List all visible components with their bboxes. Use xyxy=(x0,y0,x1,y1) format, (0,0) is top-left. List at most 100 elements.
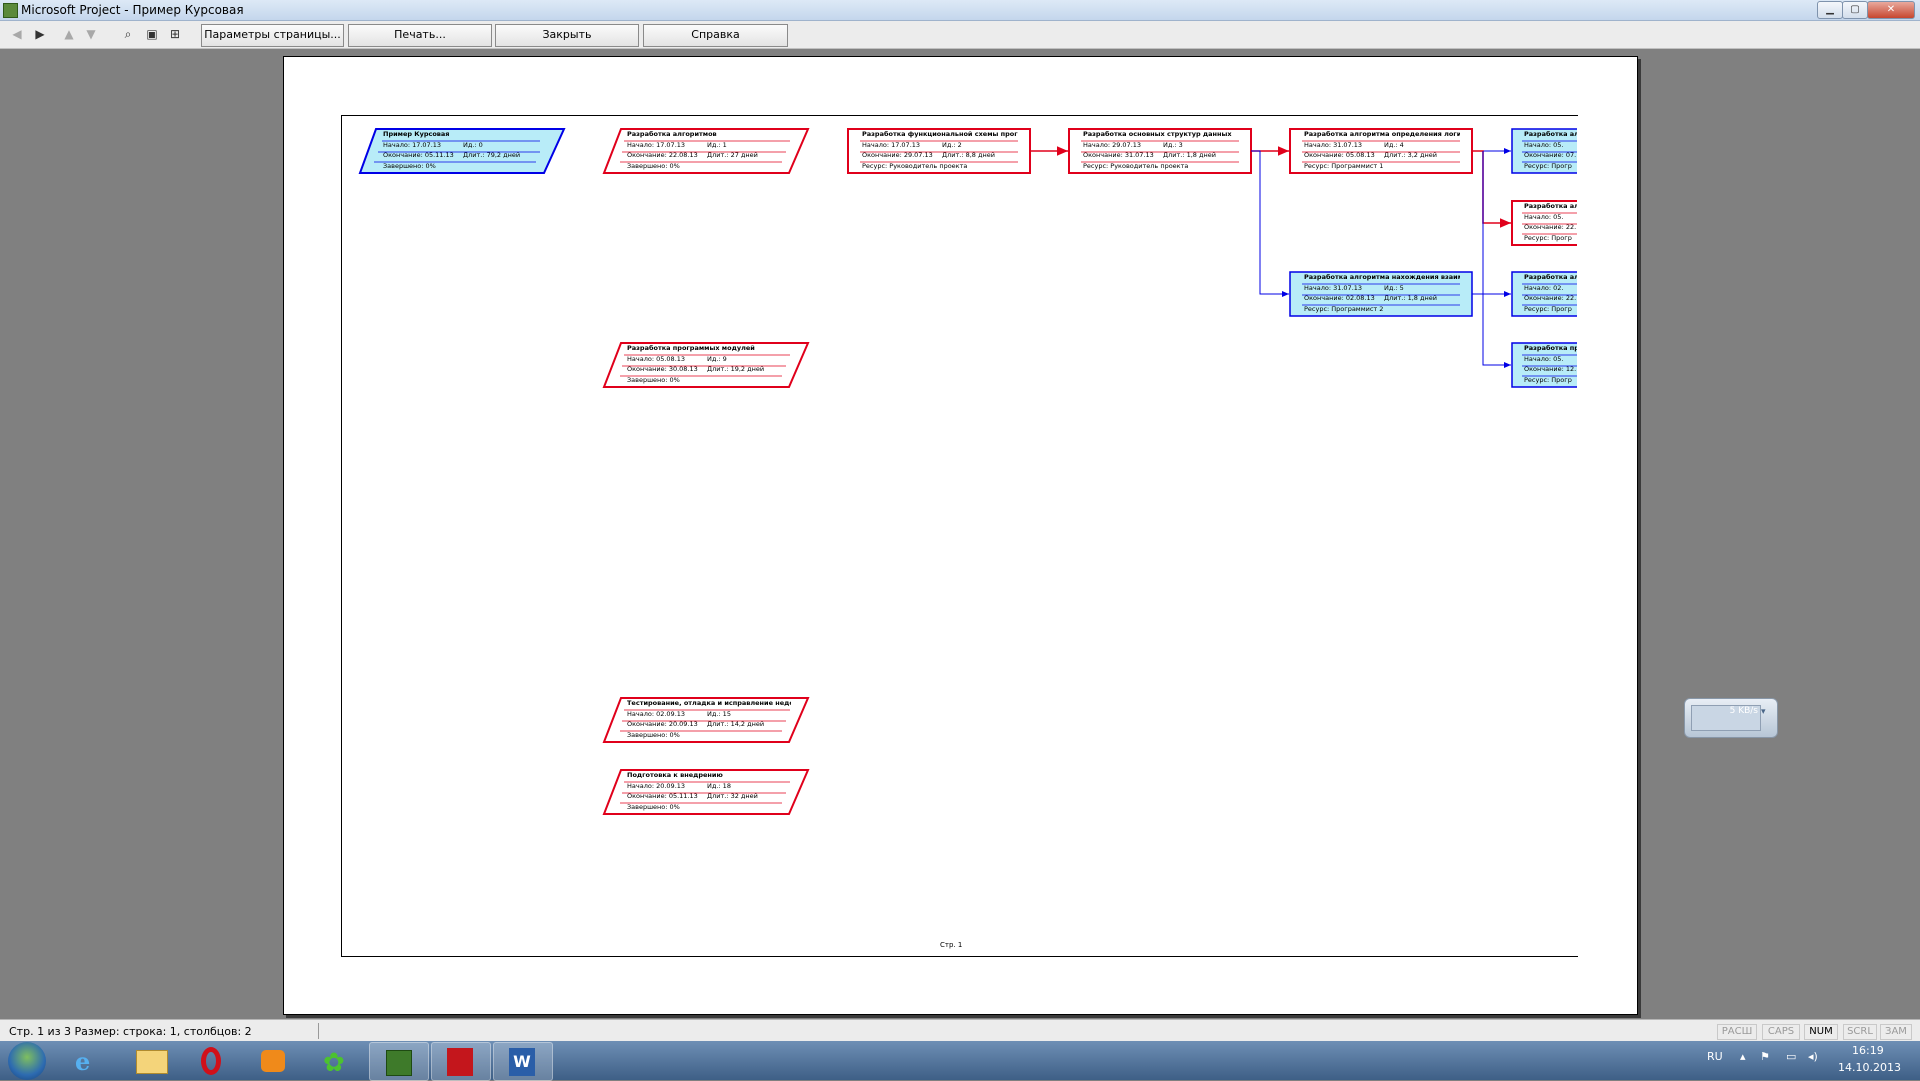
node-start: Начало: 02.09.13 xyxy=(627,709,686,718)
node-finish: Окончание: 22.08.13 xyxy=(627,151,698,159)
volume-icon[interactable]: ◂) xyxy=(1808,1050,1818,1063)
node-start: Начало: 05. xyxy=(1524,354,1564,363)
node-finish: Окончание: 05.11.13 xyxy=(383,151,454,159)
media-player-icon[interactable] xyxy=(246,1042,304,1079)
node-id_label: Ид.: 15 xyxy=(707,709,731,718)
node-finish: Окончание: 02.08.13 xyxy=(1304,294,1375,302)
node-finish: Окончание: 05.11.13 xyxy=(627,792,698,800)
node-title: Разработка алгоритмов xyxy=(627,130,717,138)
status-bar: Стр. 1 из 3 Размер: строка: 1, столбцов:… xyxy=(0,1019,1920,1042)
indicator-расш: РАСШ xyxy=(1717,1024,1757,1040)
node-dur: Длит.: 3,2 дней xyxy=(1384,151,1437,159)
node-title: Разработка прог xyxy=(1524,344,1577,352)
node-extra: Завершено: 0% xyxy=(383,161,436,170)
node-n18[interactable]: Подготовка к внедрению Начало: 20.09.13 Ид… xyxy=(627,770,791,812)
node-start: Начало: 17.07.13 xyxy=(627,140,686,149)
node-n9[interactable]: Разработка программых модулей Начало: 05.… xyxy=(627,343,791,385)
link-3-5 xyxy=(1251,150,1289,297)
node-dur: Длит.: 32 дней xyxy=(707,792,758,800)
explorer-icon[interactable] xyxy=(122,1042,180,1079)
node-title: Разработка алгоритма определения логичес xyxy=(1304,130,1460,138)
widget-arrow-icon[interactable]: ▾ xyxy=(1761,707,1766,717)
node-start: Начало: 31.07.13 xyxy=(1304,140,1363,149)
node-n0[interactable]: Пример Курсовая Начало: 17.07.13 Ид.: 0 Око… xyxy=(383,129,543,171)
node-finish: Окончание: 12. xyxy=(1524,365,1577,373)
status-text: Стр. 1 из 3 Размер: строка: 1, столбцов:… xyxy=(9,1025,252,1038)
node-title: Тестирование, отладка и исправление недо… xyxy=(627,699,791,707)
node-id_label: Ид.: 1 xyxy=(707,140,727,149)
node-start: Начало: 20.09.13 xyxy=(627,781,686,790)
node-dur: Длит.: 8,8 дней xyxy=(942,151,995,159)
word-icon[interactable]: W xyxy=(493,1042,553,1081)
node-dur: Длит.: 14,2 дней xyxy=(707,720,765,728)
node-dur: Длит.: 1,8 дней xyxy=(1163,151,1216,159)
link-4-c2 xyxy=(1472,150,1511,228)
node-start: Начало: 17.07.13 xyxy=(383,140,442,149)
node-n3[interactable]: Разработка основных структур данных Начал… xyxy=(1083,129,1239,171)
node-finish: Окончание: 29.07.13 xyxy=(862,151,933,159)
show-hidden-icons-icon[interactable]: ▴ xyxy=(1740,1050,1746,1063)
node-dur: Длит.: 27 дней xyxy=(707,151,758,159)
node-id_label: Ид.: 2 xyxy=(942,140,962,149)
node-extra: Ресурс: Руководитель проекта xyxy=(862,161,968,170)
node-extra: Завершено: 0% xyxy=(627,161,680,170)
taskbar: e ✿ W RU ▴ ⚑ ▭ ◂) 16:19 14.10.2013 xyxy=(0,1041,1920,1081)
node-finish: Окончание: 30.08.13 xyxy=(627,365,698,373)
start-orb[interactable] xyxy=(8,1042,46,1080)
node-extra: Ресурс: Программист 2 xyxy=(1304,304,1384,313)
acrobat-icon[interactable] xyxy=(431,1042,491,1081)
node-n5[interactable]: Разработка алгоритма нахождения взаимно Н… xyxy=(1304,272,1460,314)
page-number: Стр. 1 xyxy=(940,941,963,949)
node-start: Начало: 05. xyxy=(1524,212,1564,221)
status-separator xyxy=(318,1023,319,1039)
node-n15[interactable]: Тестирование, отладка и исправление недо… xyxy=(627,698,791,740)
node-title: Разработка алг xyxy=(1524,202,1577,210)
node-id_label: Ид.: 18 xyxy=(707,781,731,790)
language-indicator[interactable]: RU xyxy=(1707,1050,1723,1063)
ie-icon[interactable]: e xyxy=(62,1042,120,1079)
node-dur: Длит.: 19,2 дней xyxy=(707,365,765,373)
clock-time[interactable]: 16:19 xyxy=(1852,1044,1884,1057)
node-start: Начало: 05. xyxy=(1524,140,1564,149)
node-start: Начало: 05.08.13 xyxy=(627,354,686,363)
network-icon[interactable]: ▭ xyxy=(1786,1050,1796,1063)
project-icon[interactable] xyxy=(369,1042,429,1081)
node-id_label: Ид.: 9 xyxy=(707,354,727,363)
node-n1[interactable]: Разработка алгоритмов Начало: 17.07.13 Ид.… xyxy=(627,129,791,171)
node-extra: Ресурс: Прогр xyxy=(1524,161,1572,170)
node-c1[interactable]: Разработка алг Начало: 05. Окончание: 07. Р… xyxy=(1524,129,1577,171)
clock-date[interactable]: 14.10.2013 xyxy=(1838,1061,1901,1074)
node-finish: Окончание: 05.08.13 xyxy=(1304,151,1375,159)
node-extra: Ресурс: Прогр xyxy=(1524,375,1572,384)
node-n2[interactable]: Разработка функциональной схемы програ На… xyxy=(862,129,1018,171)
node-title: Разработка программых модулей xyxy=(627,344,755,352)
node-title: Подготовка к внедрению xyxy=(627,771,723,779)
node-extra: Завершено: 0% xyxy=(627,375,680,384)
link-4-c4 xyxy=(1482,151,1511,368)
node-title: Разработка основных структур данных xyxy=(1083,130,1232,138)
network-speed: 5 KB/s xyxy=(1691,705,1761,731)
network-meter-widget[interactable]: 5 KB/s ▾ xyxy=(1684,698,1778,738)
node-finish: Окончание: 31.07.13 xyxy=(1083,151,1154,159)
node-finish: Окончание: 22. xyxy=(1524,294,1577,302)
indicator-caps: CAPS xyxy=(1762,1024,1800,1040)
indicator-num: NUM xyxy=(1804,1024,1838,1040)
node-n4[interactable]: Разработка алгоритма определения логичес… xyxy=(1304,129,1460,171)
node-c2[interactable]: Разработка алг Начало: 05. Окончание: 22. Р… xyxy=(1524,201,1577,243)
node-id_label: Ид.: 3 xyxy=(1163,140,1183,149)
node-c3[interactable]: Разработка алг Начало: 02. Окончание: 22. Р… xyxy=(1524,272,1577,314)
node-title: Пример Курсовая xyxy=(383,130,450,138)
node-extra: Завершено: 0% xyxy=(627,802,680,811)
node-title: Разработка функциональной схемы програ xyxy=(862,130,1018,138)
node-c4[interactable]: Разработка прог Начало: 05. Окончание: 12.… xyxy=(1524,343,1577,385)
node-finish: Окончание: 07. xyxy=(1524,151,1577,159)
action-center-icon[interactable]: ⚑ xyxy=(1760,1050,1770,1063)
node-extra: Ресурс: Программист 1 xyxy=(1304,161,1384,170)
node-start: Начало: 31.07.13 xyxy=(1304,283,1363,292)
node-id_label: Ид.: 0 xyxy=(463,140,483,149)
icq-icon[interactable]: ✿ xyxy=(308,1042,366,1079)
node-dur: Длит.: 79,2 дней xyxy=(463,151,521,159)
opera-icon[interactable] xyxy=(184,1042,242,1079)
node-start: Начало: 02. xyxy=(1524,283,1564,292)
node-dur: Длит.: 1,8 дней xyxy=(1384,294,1437,302)
